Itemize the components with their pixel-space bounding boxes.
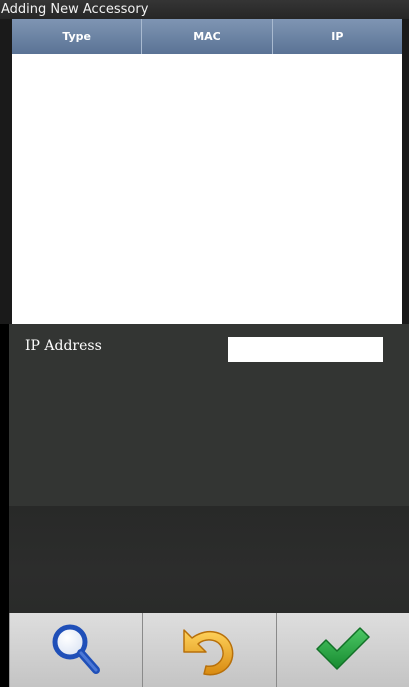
search-icon xyxy=(52,624,101,674)
table-header: Type MAC IP xyxy=(12,19,402,54)
bottom-toolbar xyxy=(9,613,409,687)
search-button[interactable] xyxy=(9,613,143,687)
undo-button[interactable] xyxy=(142,613,276,687)
empty-panel xyxy=(9,506,409,613)
confirm-button[interactable] xyxy=(275,613,409,687)
column-header-mac[interactable]: MAC xyxy=(142,19,273,54)
accessory-table-frame: Type MAC IP xyxy=(0,19,409,324)
checkmark-icon xyxy=(316,627,370,670)
undo-icon xyxy=(183,629,234,676)
column-header-ip[interactable]: IP xyxy=(273,19,402,54)
accessory-form: IP Address xyxy=(9,324,409,506)
ip-address-label: IP Address xyxy=(25,338,102,354)
column-header-type[interactable]: Type xyxy=(12,19,143,54)
window-title: Adding New Accessory xyxy=(0,0,409,19)
accessory-table[interactable]: Type MAC IP xyxy=(12,19,402,324)
ip-address-input[interactable] xyxy=(228,337,383,362)
